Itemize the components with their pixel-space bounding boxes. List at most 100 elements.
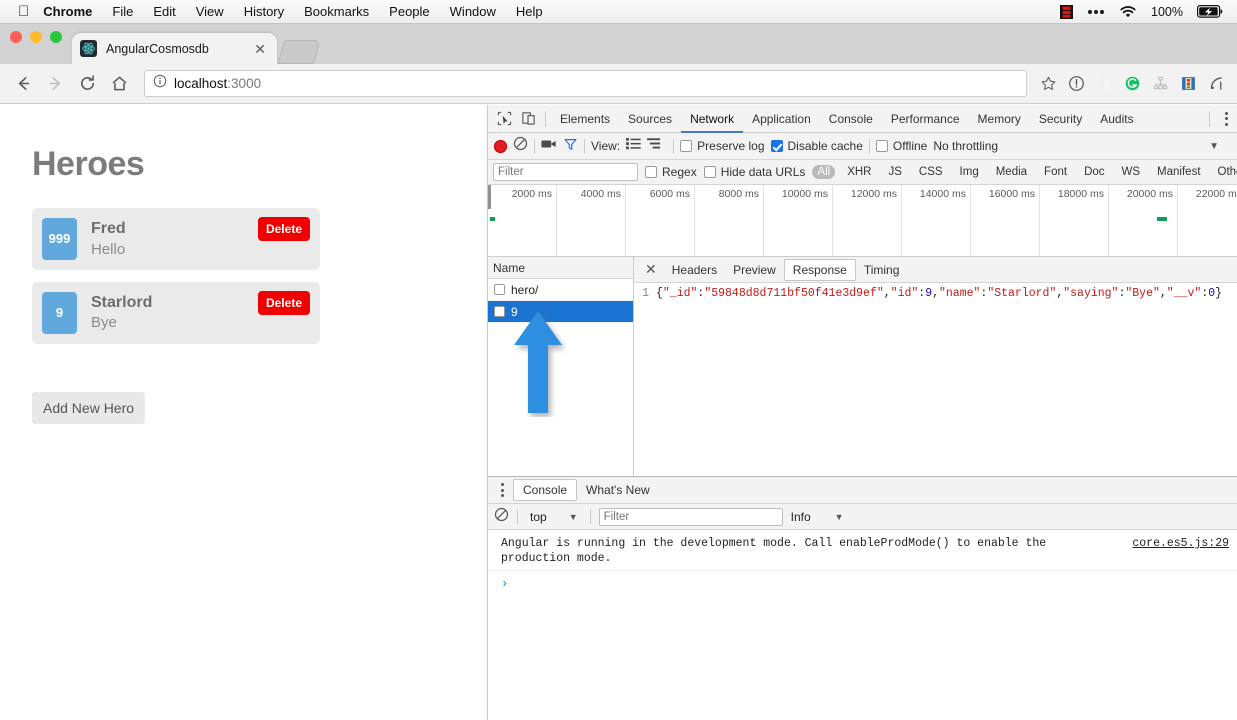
clear-console-icon[interactable] [494, 507, 509, 527]
devtools-tabbar: Elements Sources Network Application Con… [488, 105, 1237, 133]
offline-checkbox[interactable]: Offline [875, 139, 927, 153]
tab-audits[interactable]: Audits [1091, 105, 1142, 133]
menubar-item-history[interactable]: History [244, 4, 284, 19]
console-context-selector[interactable]: top ▼ [526, 510, 582, 524]
tab-security[interactable]: Security [1030, 105, 1091, 133]
console-prompt[interactable]: › [488, 571, 1237, 591]
detail-tab-preview[interactable]: Preview [725, 260, 784, 280]
tab-performance[interactable]: Performance [882, 105, 969, 133]
exclamation-circle-icon[interactable] [1063, 71, 1089, 97]
type-filter-media[interactable]: Media [991, 165, 1032, 179]
menubar-item-people[interactable]: People [389, 4, 429, 19]
type-filter-img[interactable]: Img [955, 165, 984, 179]
type-filter-js[interactable]: JS [883, 165, 906, 179]
menubar-item-help[interactable]: Help [516, 4, 543, 19]
record-button-icon[interactable] [494, 139, 507, 153]
film-strip-icon[interactable] [1060, 4, 1074, 19]
console-toolbar: top ▼ Info ▼ [488, 504, 1237, 530]
chevron-down-icon[interactable]: ▼ [1209, 141, 1219, 152]
console-level-selector[interactable]: Info ▼ [791, 510, 844, 524]
type-filter-other[interactable]: Other [1213, 165, 1237, 179]
type-filter-xhr[interactable]: XHR [842, 165, 876, 179]
tab-elements[interactable]: Elements [551, 105, 619, 133]
disable-cache-checkbox[interactable]: Disable cache [770, 139, 863, 153]
ellipsis-icon[interactable] [1087, 9, 1105, 15]
tab-sources[interactable]: Sources [619, 105, 681, 133]
device-toolbar-icon[interactable] [516, 107, 540, 131]
inspect-element-icon[interactable] [492, 107, 516, 131]
grammarly-g-icon[interactable] [1119, 71, 1145, 97]
tab-memory[interactable]: Memory [969, 105, 1030, 133]
add-new-hero-button[interactable]: Add New Hero [32, 391, 146, 424]
console-filter-input[interactable] [598, 507, 783, 526]
close-icon[interactable]: ✕ [638, 261, 664, 278]
devtools-kebab-icon[interactable] [1215, 111, 1237, 126]
funnel-icon[interactable] [563, 137, 578, 156]
close-window-button[interactable] [10, 31, 22, 43]
detail-tab-timing[interactable]: Timing [856, 260, 908, 280]
tab-network[interactable]: Network [681, 105, 743, 133]
type-filter-css[interactable]: CSS [914, 165, 948, 179]
menubar-item-window[interactable]: Window [450, 4, 496, 19]
grey-circle-icon[interactable] [1091, 71, 1117, 97]
preserve-log-checkbox[interactable]: Preserve log [680, 139, 765, 153]
maximize-window-button[interactable] [50, 31, 62, 43]
type-filter-font[interactable]: Font [1039, 165, 1072, 179]
console-source-link[interactable]: core.es5.js:29 [1122, 536, 1229, 566]
type-filter-doc[interactable]: Doc [1079, 165, 1109, 179]
regex-checkbox[interactable]: Regex [645, 165, 697, 179]
waterfall-view-icon[interactable] [647, 137, 662, 155]
delete-hero-button[interactable]: Delete [257, 217, 310, 241]
type-filter-ws[interactable]: WS [1117, 165, 1146, 179]
new-tab-button[interactable] [277, 40, 321, 64]
apple-logo-icon[interactable]:  [18, 4, 29, 19]
drawer-kebab-icon[interactable] [491, 483, 513, 497]
delete-hero-button[interactable]: Delete [257, 290, 310, 315]
home-icon[interactable] [104, 69, 134, 99]
hero-card-starlord[interactable]: 9 Starlord Bye Delete [32, 281, 320, 344]
star-icon[interactable] [1035, 71, 1061, 97]
devtools-tabbar-right [1204, 110, 1237, 127]
checkbox-box [703, 166, 716, 178]
back-arrow-icon[interactable] [8, 69, 38, 99]
address-bar[interactable]: localhost:3000 [144, 70, 1027, 97]
type-filter-all[interactable]: All [812, 165, 836, 179]
sitemap-icon[interactable] [1147, 71, 1173, 97]
hide-data-urls-checkbox[interactable]: Hide data URLs [703, 165, 805, 179]
response-line: 1 {"_id":"59848d8d711bf50f41e3d9ef","id"… [634, 286, 1237, 302]
browser-tab-angularcosmosdb[interactable]: AngularCosmosdb ✕ [72, 33, 277, 64]
macos-menubar:  Chrome File Edit View History Bookmark… [0, 0, 1237, 24]
hero-card-fred[interactable]: 999 Fred Hello Delete [32, 208, 320, 270]
console-output[interactable]: Angular is running in the development mo… [488, 530, 1237, 720]
menubar-item-edit[interactable]: Edit [153, 4, 175, 19]
menubar-item-bookmarks[interactable]: Bookmarks [304, 4, 369, 19]
reload-icon[interactable] [72, 69, 102, 99]
tab-console[interactable]: Console [820, 105, 882, 133]
chrome-browser-window: AngularCosmosdb ✕ localhost:3000 Heroes … [0, 24, 1237, 720]
list-view-icon[interactable] [626, 137, 641, 155]
camera-icon[interactable] [541, 137, 557, 155]
colorful-extension-icon[interactable] [1175, 71, 1201, 97]
battery-charging-icon[interactable] [1197, 5, 1223, 18]
minimize-window-button[interactable] [30, 31, 42, 43]
drawer-tab-whats-new[interactable]: What's New [577, 480, 659, 500]
type-filter-manifest[interactable]: Manifest [1152, 165, 1205, 179]
wifi-icon[interactable] [1119, 5, 1137, 18]
table-row[interactable]: hero/ [488, 279, 633, 301]
tab-application[interactable]: Application [743, 105, 820, 133]
menubar-item-chrome[interactable]: Chrome [43, 4, 92, 19]
close-icon[interactable]: ✕ [251, 42, 269, 56]
detail-tab-response[interactable]: Response [783, 258, 856, 281]
info-circle-icon[interactable] [153, 74, 167, 93]
menu-overflow-icon[interactable] [1203, 71, 1229, 97]
divider [584, 138, 585, 154]
menubar-item-file[interactable]: File [112, 4, 133, 19]
drawer-tab-console[interactable]: Console [513, 479, 578, 501]
throttling-value[interactable]: No throttling [933, 139, 998, 153]
detail-tab-headers[interactable]: Headers [664, 260, 725, 280]
network-timeline-overview[interactable]: 2000 ms 4000 ms 6000 ms 8000 ms 10000 ms… [488, 185, 1237, 257]
network-filter-input[interactable] [493, 163, 638, 181]
clear-icon[interactable] [513, 136, 528, 156]
menubar-item-view[interactable]: View [196, 4, 224, 19]
column-header-name[interactable]: Name [488, 257, 633, 279]
